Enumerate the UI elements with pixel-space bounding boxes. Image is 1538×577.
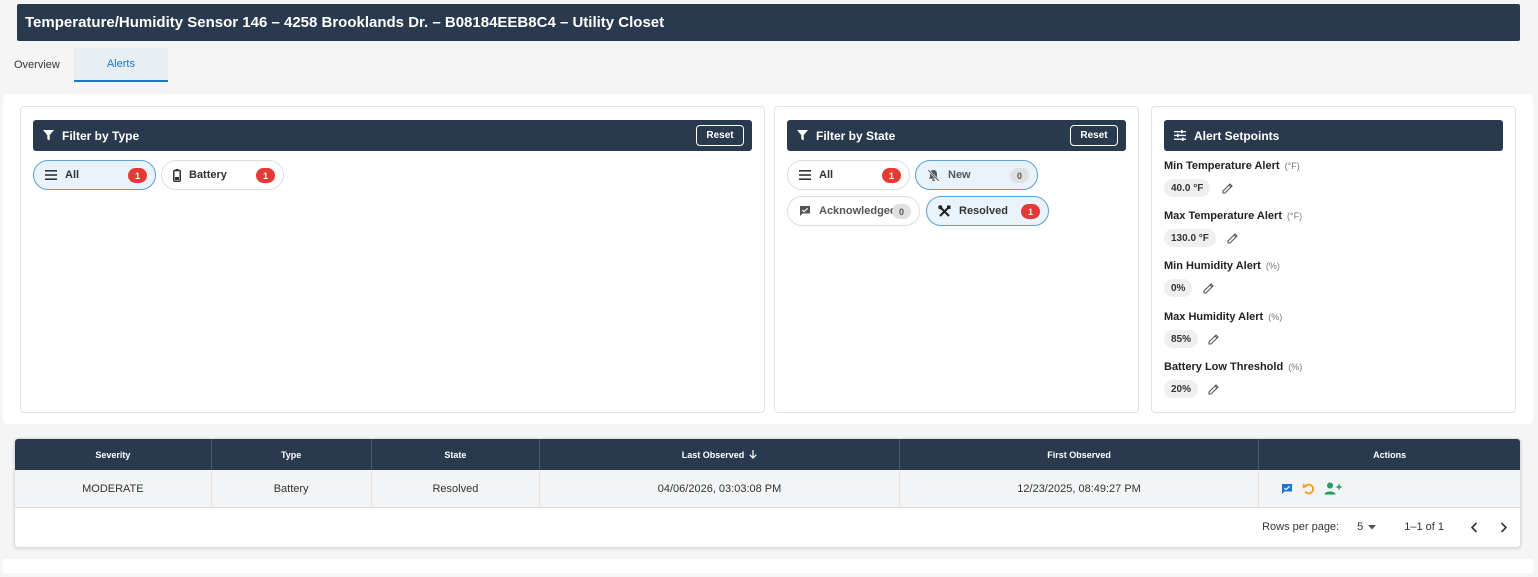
filter-by-type-title: Filter by Type [62, 128, 140, 143]
setpoint-battery-low-unit: (%) [1288, 362, 1303, 372]
state-chip-all[interactable]: All 1 [787, 160, 910, 190]
filter-by-type-header: Filter by Type Reset [33, 120, 752, 151]
bell-off-icon [927, 168, 940, 182]
setpoint-min-temp-label: Min Temperature Alert (°F) [1164, 160, 1300, 172]
alerts-table: Severity Type State Last Observed First … [14, 438, 1521, 548]
setpoint-min-temp-label-text: Min Temperature Alert [1164, 160, 1280, 172]
setpoint-battery-low-label: Battery Low Threshold (%) [1164, 361, 1302, 373]
type-chip-all[interactable]: All 1 [33, 160, 156, 190]
chevron-right-icon[interactable] [1500, 521, 1508, 533]
state-chip-new-count: 0 [1010, 168, 1029, 183]
cell-last-observed: 04/06/2026, 03:03:08 PM [540, 470, 900, 507]
battery-icon [173, 168, 181, 182]
list-icon [45, 170, 57, 180]
setpoint-min-temp-value: 40.0 °F [1164, 179, 1211, 197]
setpoint-max-humidity-unit: (%) [1268, 312, 1283, 322]
filter-by-state-title: Filter by State [816, 128, 896, 143]
assign-user-icon[interactable] [1324, 482, 1342, 495]
filter-by-type-panel: Filter by Type Reset All 1 Battery 1 [20, 106, 765, 413]
setpoint-max-temp-value: 130.0 °F [1164, 229, 1216, 247]
cell-state: Resolved [372, 470, 541, 507]
pencil-icon[interactable] [1227, 232, 1239, 244]
state-chip-acknowledged[interactable]: Acknowledged 0 [787, 196, 920, 226]
filter-state-reset-button[interactable]: Reset [1070, 125, 1118, 146]
tools-icon [938, 204, 951, 217]
pencil-icon[interactable] [1208, 333, 1220, 345]
setpoint-battery-low-value: 20% [1164, 380, 1199, 398]
filter-by-state-panel: Filter by State Reset All 1 New 0 Acknow… [774, 106, 1139, 413]
tab-alerts[interactable]: Alerts [73, 48, 168, 82]
page-title-bar: Temperature/Humidity Sensor 146 – 4258 B… [17, 4, 1520, 41]
comment-icon [800, 206, 810, 216]
alert-setpoints-title: Alert Setpoints [1194, 128, 1280, 143]
setpoint-max-humidity-label-text: Max Humidity Alert [1164, 311, 1264, 323]
tab-overview-label: Overview [14, 59, 60, 71]
rows-per-page-label: Rows per page: [1262, 521, 1340, 533]
filter-icon [797, 130, 808, 141]
column-header-first-observed[interactable]: First Observed [900, 439, 1260, 470]
state-chip-acknowledged-count: 0 [892, 204, 911, 219]
acknowledge-comment-icon[interactable] [1281, 483, 1293, 495]
table-header: Severity Type State Last Observed First … [15, 439, 1520, 470]
state-chip-resolved-count: 1 [1021, 204, 1040, 219]
cell-type: Battery [212, 470, 372, 507]
undo-icon[interactable] [1302, 482, 1315, 495]
column-header-last-observed[interactable]: Last Observed [540, 439, 900, 470]
pencil-icon[interactable] [1222, 182, 1234, 194]
setpoint-battery-low-label-text: Battery Low Threshold [1164, 361, 1284, 373]
table-row[interactable]: MODERATE Battery Resolved 04/06/2026, 03… [15, 470, 1520, 508]
pencil-icon[interactable] [1203, 282, 1215, 294]
tab-overview[interactable]: Overview [0, 48, 74, 82]
alert-setpoints-header: Alert Setpoints [1164, 120, 1503, 151]
column-header-state[interactable]: State [372, 439, 541, 470]
filter-type-reset-button[interactable]: Reset [696, 125, 744, 146]
column-header-severity[interactable]: Severity [15, 439, 212, 470]
type-chip-all-count: 1 [128, 168, 147, 183]
filter-by-state-header: Filter by State Reset [787, 120, 1126, 151]
cell-first-observed: 12/23/2025, 08:49:27 PM [900, 470, 1260, 507]
pencil-icon[interactable] [1208, 383, 1220, 395]
setpoint-max-humidity-label: Max Humidity Alert (%) [1164, 311, 1282, 323]
chevron-left-icon[interactable] [1470, 521, 1478, 533]
setpoint-max-temp-label-text: Max Temperature Alert [1164, 210, 1282, 222]
setpoint-min-humidity-unit: (%) [1265, 261, 1280, 271]
cell-actions [1259, 470, 1520, 507]
type-chip-battery[interactable]: Battery 1 [161, 160, 284, 190]
page-title: Temperature/Humidity Sensor 146 – 4258 B… [25, 14, 665, 31]
state-chip-resolved[interactable]: Resolved 1 [926, 196, 1049, 226]
caret-down-icon [1368, 524, 1377, 529]
rows-per-page-select[interactable]: 5 [1357, 521, 1377, 533]
column-header-last-observed-label: Last Observed [681, 449, 745, 460]
setpoint-min-temp-unit: (°F) [1284, 161, 1300, 171]
setpoint-max-temp-label: Max Temperature Alert (°F) [1164, 210, 1302, 222]
column-header-type[interactable]: Type [212, 439, 372, 470]
filter-icon [43, 130, 54, 141]
table-pagination: Rows per page: 5 1–1 of 1 [15, 508, 1520, 546]
type-chip-battery-count: 1 [256, 168, 275, 183]
list-icon [799, 170, 811, 180]
state-chip-new[interactable]: New 0 [915, 160, 1038, 190]
setpoint-max-temp-unit: (°F) [1287, 211, 1303, 221]
tab-alerts-label: Alerts [106, 58, 135, 70]
setpoint-min-humidity-value: 0% [1164, 279, 1193, 297]
arrow-down-icon [749, 450, 757, 459]
tab-bar: Overview Alerts [0, 48, 168, 82]
alerts-filter-card: Filter by Type Reset All 1 Battery 1 Fil… [3, 94, 1533, 424]
alert-setpoints-panel: Alert Setpoints Min Temperature Alert (°… [1151, 106, 1516, 413]
cell-severity: MODERATE [15, 470, 212, 507]
sliders-icon [1174, 130, 1186, 141]
column-header-actions: Actions [1373, 449, 1407, 460]
pagination-range: 1–1 of 1 [1404, 521, 1444, 533]
state-chip-all-count: 1 [882, 168, 901, 183]
rows-per-page-value: 5 [1357, 521, 1364, 533]
bottom-card-edge [3, 559, 1533, 573]
setpoint-min-humidity-label: Min Humidity Alert (%) [1164, 260, 1280, 272]
setpoint-max-humidity-value: 85% [1164, 330, 1199, 348]
setpoint-min-humidity-label-text: Min Humidity Alert [1164, 260, 1261, 272]
